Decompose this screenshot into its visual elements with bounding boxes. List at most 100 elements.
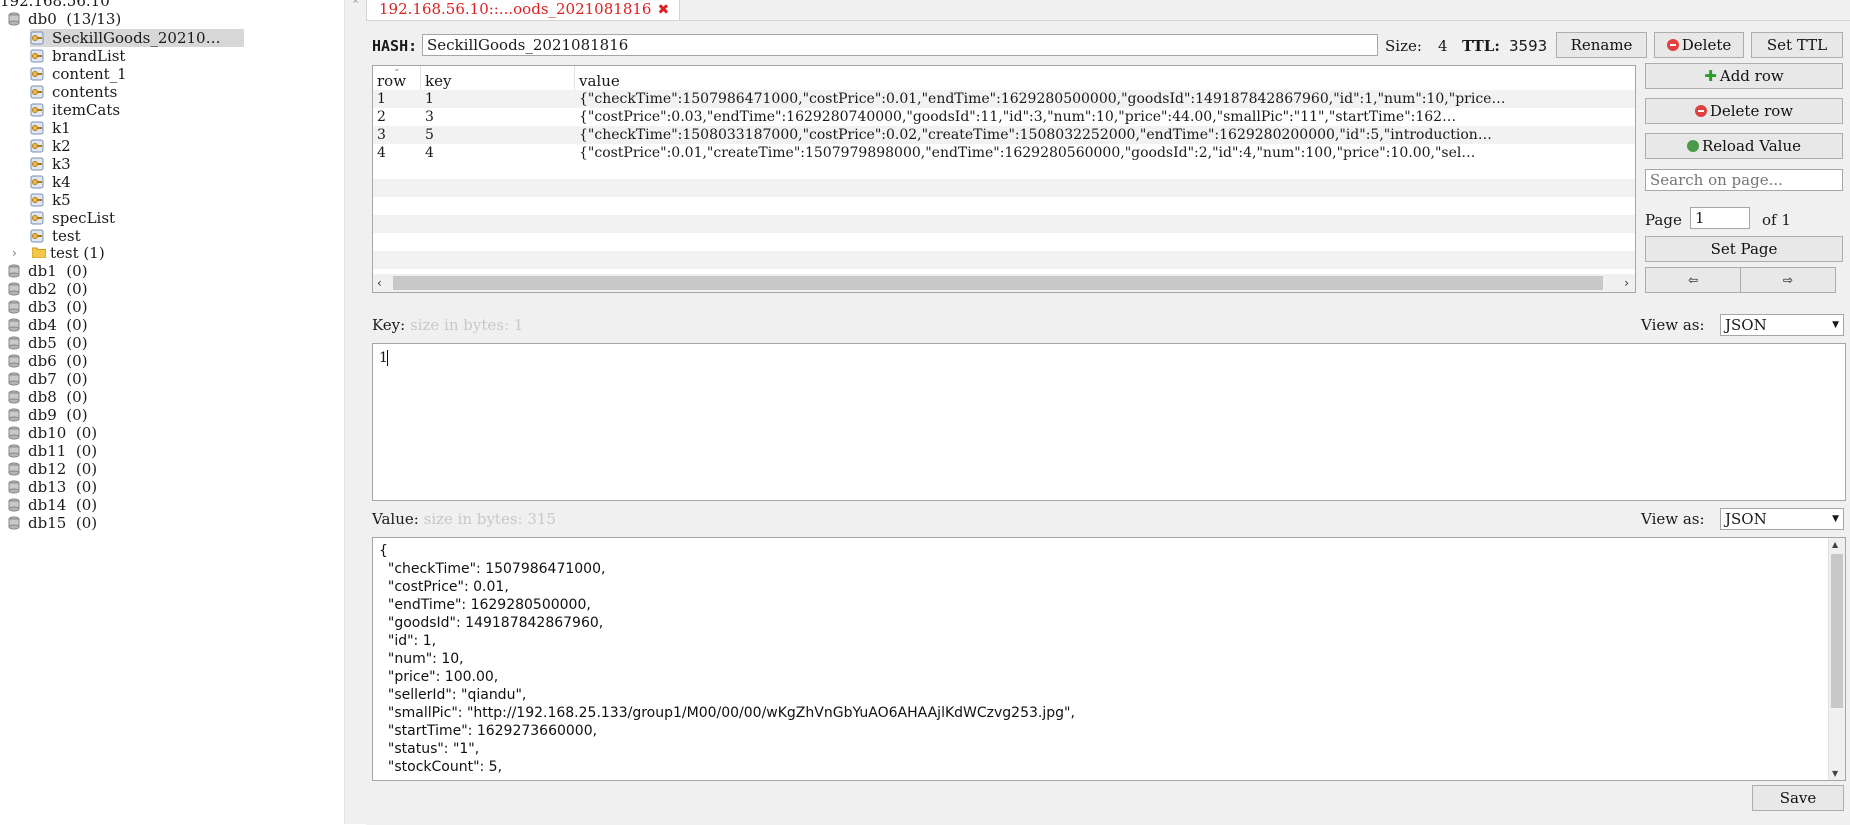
- page-input[interactable]: 1: [1690, 207, 1750, 229]
- scrollbar-thumb[interactable]: [393, 276, 1603, 290]
- rename-button[interactable]: Rename: [1556, 32, 1647, 58]
- close-icon[interactable]: ✖: [657, 2, 669, 18]
- set-ttl-button[interactable]: Set TTL: [1751, 32, 1843, 58]
- db-name: db5: [28, 334, 57, 352]
- set-page-label: Set Page: [1710, 240, 1778, 258]
- key-icon: [30, 157, 44, 171]
- key-item[interactable]: k1: [30, 119, 230, 137]
- text-cursor: [387, 350, 388, 366]
- set-page-button[interactable]: Set Page: [1645, 236, 1843, 262]
- row-key: 5: [425, 127, 434, 143]
- db-count: (0): [66, 316, 88, 334]
- key-item[interactable]: k2: [30, 137, 230, 155]
- db-name: db7: [28, 370, 57, 388]
- rename-label: Rename: [1570, 36, 1633, 54]
- prev-page-button[interactable]: ⇦: [1645, 267, 1741, 293]
- plus-icon: ✚: [1704, 67, 1717, 85]
- delete-row-button[interactable]: Delete row: [1645, 98, 1843, 124]
- main-area: 192.168.56.10::...oods_2021081816 ✖ HASH:…: [366, 0, 1850, 825]
- reload-icon: [1686, 140, 1699, 152]
- key-item-label: test: [52, 227, 81, 245]
- value-format-select[interactable]: JSON ▼: [1720, 508, 1844, 530]
- key-item-label: k5: [52, 191, 71, 209]
- key-item[interactable]: SeckillGoods_20210…: [30, 29, 244, 47]
- row-value: {"costPrice":0.01,"createTime":150797989…: [579, 145, 1476, 161]
- database-icon: [8, 480, 22, 494]
- set-ttl-label: Set TTL: [1766, 36, 1828, 54]
- empty-row: [373, 215, 1635, 233]
- reload-value-button[interactable]: Reload Value: [1645, 133, 1843, 159]
- db-name: db1: [28, 262, 57, 280]
- folder-name: test: [50, 244, 79, 262]
- scroll-left-icon[interactable]: ‹: [377, 274, 382, 292]
- page-of-label: of 1: [1762, 211, 1791, 229]
- key-item-label: itemCats: [52, 101, 121, 119]
- vertical-scrollbar[interactable]: ▲ ▼: [1828, 538, 1845, 780]
- key-item-label: brandList: [52, 47, 126, 65]
- search-on-page-input[interactable]: [1645, 169, 1843, 191]
- folder-count: (1): [83, 244, 105, 262]
- delete-icon: [1666, 39, 1679, 51]
- column-header-value[interactable]: value: [575, 66, 1635, 90]
- scroll-up-icon[interactable]: ▲: [1832, 540, 1838, 549]
- key-item[interactable]: k4: [30, 173, 230, 191]
- key-editor[interactable]: 1: [372, 343, 1846, 501]
- key-item[interactable]: itemCats: [30, 101, 230, 119]
- key-editor-label: Key:: [372, 316, 406, 334]
- value-format-value: JSON: [1725, 510, 1767, 528]
- key-panel: HASH: SeckillGoods_2021081816 Size: 4 TT…: [366, 20, 1850, 825]
- db-name: db11: [28, 442, 67, 460]
- value-editor-text: { "checkTime": 1507986471000, "costPrice…: [379, 543, 1075, 775]
- key-size-hint: size in bytes: 1: [410, 316, 524, 334]
- horizontal-scrollbar[interactable]: ‹ ›: [373, 274, 1635, 292]
- delete-button[interactable]: Delete: [1654, 32, 1744, 58]
- database-icon: [8, 354, 22, 368]
- key-item[interactable]: content_1: [30, 65, 230, 83]
- key-icon: [30, 193, 44, 207]
- db-count: (0): [66, 406, 88, 424]
- column-header-key[interactable]: key: [421, 66, 575, 90]
- database-icon: [8, 498, 22, 512]
- tree-splitter[interactable]: ⌃: [344, 0, 367, 824]
- scroll-down-icon[interactable]: ▼: [1832, 769, 1838, 778]
- add-row-button[interactable]: ✚ Add row: [1645, 63, 1843, 89]
- row-key: 4: [425, 145, 434, 161]
- scrollbar-thumb[interactable]: [1831, 554, 1843, 708]
- key-item[interactable]: specList: [30, 209, 230, 227]
- db-count: (0): [66, 334, 88, 352]
- db-name: db4: [28, 316, 57, 334]
- db0-count: (13/13): [66, 10, 122, 28]
- delete-row-label: Delete row: [1709, 102, 1794, 120]
- db-name: db12: [28, 460, 67, 478]
- next-page-button[interactable]: ⇨: [1740, 267, 1836, 293]
- database-icon: [8, 12, 22, 26]
- db-name: db13: [28, 478, 67, 496]
- key-format-select[interactable]: JSON ▼: [1720, 314, 1844, 336]
- tree-folder-test[interactable]: › test (1): [0, 244, 344, 262]
- key-item[interactable]: brandList: [30, 47, 230, 65]
- key-item[interactable]: k5: [30, 191, 230, 209]
- save-button[interactable]: Save: [1752, 785, 1844, 811]
- table-row[interactable]: 4 4 {"costPrice":0.01,"createTime":1507979…: [373, 144, 1635, 162]
- table-row[interactable]: 1 1 {"checkTime":1507986471000,"costPrice"…: [373, 90, 1635, 108]
- table-row[interactable]: 2 3 {"costPrice":0.03,"endTime":1629280740…: [373, 108, 1635, 126]
- database-icon: [8, 336, 22, 350]
- table-row[interactable]: 3 5 {"checkTime":1508033187000,"costPrice"…: [373, 126, 1635, 144]
- key-item[interactable]: k3: [30, 155, 230, 173]
- key-name-field[interactable]: SeckillGoods_2021081816: [422, 34, 1378, 56]
- scroll-right-icon[interactable]: ›: [1624, 274, 1629, 292]
- empty-row: [373, 179, 1635, 197]
- value-editor[interactable]: { "checkTime": 1507986471000, "costPrice…: [372, 537, 1846, 781]
- tab-title: 192.168.56.10::...oods_2021081816: [379, 0, 652, 18]
- key-item-label: SeckillGoods_20210…: [52, 29, 221, 47]
- arrow-left-icon: ⇦: [1687, 273, 1699, 287]
- db-count: (0): [66, 280, 88, 298]
- key-item[interactable]: contents: [30, 83, 230, 101]
- collapse-arrow-icon[interactable]: ⌃: [351, 0, 360, 11]
- db-name: db2: [28, 280, 57, 298]
- db-count: (0): [66, 298, 88, 316]
- page-label: Page: [1645, 211, 1682, 229]
- key-item[interactable]: test: [30, 227, 230, 245]
- tab-key[interactable]: 192.168.56.10::...oods_2021081816 ✖: [366, 0, 681, 21]
- expand-arrow-icon[interactable]: ›: [12, 244, 17, 262]
